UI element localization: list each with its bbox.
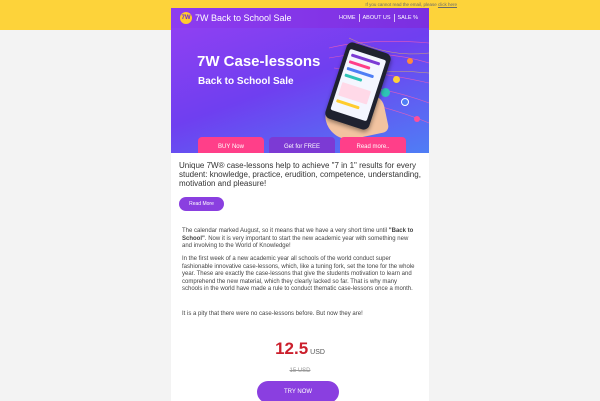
paragraph-3: It is a pity that there were no case-les…	[182, 311, 363, 317]
click-here-link[interactable]: click here	[438, 2, 457, 7]
paragraph-1-tail: . Now it is very important to start the …	[182, 235, 409, 250]
buy-now-button[interactable]: BUY Now	[198, 137, 264, 153]
email-header: 7W 7W Back to School Sale HOME ABOUT US …	[171, 8, 429, 28]
brand-title: 7W Back to School Sale	[195, 13, 292, 23]
hero-banner: 7W Case-lessons Back to School Sale BUY …	[171, 28, 429, 153]
get-for-free-button[interactable]: Get for FREE	[269, 137, 335, 153]
email-body: 7W 7W Back to School Sale HOME ABOUT US …	[171, 8, 429, 401]
price-currency: USD	[310, 349, 325, 356]
header-nav: HOME ABOUT US SALE %	[336, 13, 421, 23]
price: 12.5 USD	[171, 339, 429, 359]
try-now-button[interactable]: TRY NOW	[257, 381, 339, 401]
logo-icon: 7W	[180, 12, 192, 24]
paragraph-1: The calendar marked August, so it means …	[182, 228, 418, 251]
preheader-text: If you cannot read the email, please	[365, 2, 437, 7]
nav-home[interactable]: HOME	[336, 13, 359, 23]
preheader: If you cannot read the email, please cli…	[365, 2, 457, 7]
app-bubble-icon	[407, 58, 413, 64]
nav-about-us[interactable]: ABOUT US	[360, 13, 394, 23]
hero-button-row: BUY Now Get for FREE Read more..	[198, 137, 406, 153]
paragraph-1-lead: The calendar marked August, so it means …	[182, 228, 388, 234]
old-price: 15 USD	[289, 368, 311, 374]
app-bubble-icon	[414, 116, 420, 122]
read-more-hero-button[interactable]: Read more..	[340, 137, 406, 153]
app-bubble-icon	[401, 98, 409, 106]
app-bubble-icon	[381, 88, 390, 97]
intro-text: Unique 7W® case-lessons help to achieve …	[179, 161, 421, 188]
read-more-button[interactable]: Read More	[179, 197, 224, 211]
nav-sale[interactable]: SALE %	[395, 13, 421, 23]
app-bubble-icon	[393, 76, 400, 83]
hero-title: 7W Case-lessons	[197, 53, 321, 70]
paragraph-2: In the first week of a new academic year…	[182, 256, 415, 292]
screen-bar	[344, 73, 363, 82]
hero-subtitle: Back to School Sale	[198, 76, 294, 87]
price-value: 12.5	[275, 339, 309, 358]
